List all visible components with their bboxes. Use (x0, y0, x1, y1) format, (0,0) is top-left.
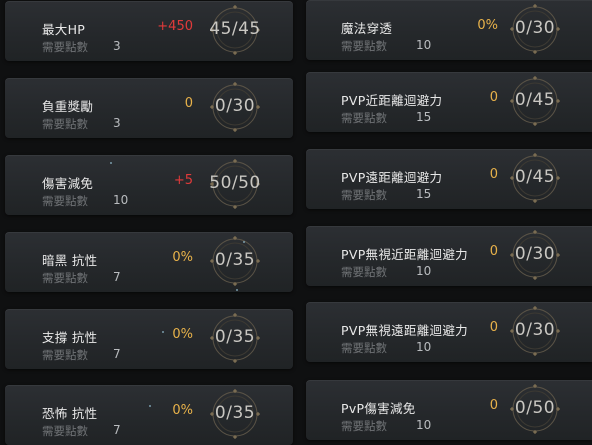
stat-bonus-value: 0 (489, 244, 498, 259)
sparkle (236, 289, 238, 291)
stat-card[interactable]: 傷害減免需要點數 10 +5 50/50 (5, 155, 293, 215)
required-points-label: 需要點數 (341, 341, 387, 355)
stat-card[interactable]: 恐怖 抗性需要點數 7 0% 0/35 (5, 385, 293, 445)
stat-bonus-value: 0 (489, 320, 498, 335)
stat-progress: 0/45 (514, 90, 556, 110)
required-points-label: 需要點數 (341, 419, 387, 433)
sparkle (162, 331, 164, 333)
stat-card[interactable]: PVP遠距離迴避力 需要點數 15 0 0/45 (306, 149, 592, 209)
required-points-value: 15 (416, 110, 432, 124)
stat-bonus-value: 0% (477, 18, 498, 33)
stat-card[interactable]: PvP傷害減免 需要點數 10 0 0/50 (306, 380, 592, 440)
stat-progress: 0/30 (514, 320, 556, 340)
required-points-label: 需要點數 (42, 348, 88, 362)
stat-progress: 0/45 (514, 167, 556, 187)
required-points-value: 10 (416, 418, 432, 432)
stat-name: 暗黑 抗性 (42, 253, 98, 268)
required-points-value: 10 (416, 264, 432, 278)
required-points-label: 需要點數 (42, 424, 88, 438)
stat-card[interactable]: PVP無視遠距離迴避力 需要點數 10 0 0/30 (306, 302, 592, 362)
required-points-label: 需要點數 (42, 117, 88, 131)
stat-card[interactable]: 最大HP 需要點數 3 +450 45/45 (5, 1, 293, 61)
stat-bonus-value: 0% (172, 327, 193, 342)
stat-name: 支撐 抗性 (42, 330, 98, 345)
required-points-value: 15 (416, 187, 432, 201)
stat-progress: 45/45 (209, 19, 261, 39)
required-points-label: 需要點數 (42, 40, 88, 54)
stat-progress: 50/50 (209, 173, 261, 193)
required-points-label: 需要點數 (341, 111, 387, 125)
stat-name: PvP傷害減免 (341, 401, 416, 416)
stat-card[interactable]: PVP近距離迴避力 需要點數 15 0 0/45 (306, 72, 592, 132)
stat-bonus-value: 0 (489, 167, 498, 182)
stat-progress: 0/35 (214, 403, 256, 423)
required-points-value: 10 (113, 193, 129, 207)
required-points-value: 3 (113, 39, 121, 53)
required-points-value: 7 (113, 423, 121, 437)
required-points-value: 7 (113, 270, 121, 284)
stat-name: 負重獎勵 (42, 99, 94, 114)
stat-progress: 0/35 (214, 250, 256, 270)
stat-bonus-value: 0% (172, 250, 193, 265)
stat-card[interactable]: 魔法穿透需要點數 10 0% 0/30 (306, 0, 592, 60)
required-points-label: 需要點數 (42, 271, 88, 285)
stat-progress: 0/30 (514, 244, 556, 264)
stat-card[interactable]: 支撐 抗性需要點數 7 0% 0/35 (5, 309, 293, 369)
required-points-value: 3 (113, 116, 121, 130)
stat-name: 傷害減免 (42, 176, 94, 191)
stat-bonus-value: 0% (172, 403, 193, 418)
stat-card[interactable]: PVP無視近距離迴避力 需要點數 10 0 0/30 (306, 226, 592, 286)
required-points-label: 需要點數 (341, 265, 387, 279)
stat-name: 魔法穿透 (341, 21, 393, 36)
stat-bonus-value: 0 (489, 90, 498, 105)
stat-progress: 0/50 (514, 398, 556, 418)
stat-progress: 0/30 (514, 18, 556, 38)
required-points-value: 10 (416, 38, 432, 52)
stat-bonus-value: +450 (157, 19, 193, 34)
stat-card[interactable]: 負重獎勵需要點數 3 0 0/30 (5, 78, 293, 138)
sparkle (243, 241, 245, 243)
required-points-label: 需要點數 (341, 39, 387, 53)
stat-name: PVP近距離迴避力 (341, 93, 443, 108)
stat-name: 恐怖 抗性 (42, 406, 98, 421)
stat-bonus-value: +5 (173, 173, 193, 188)
required-points-value: 10 (416, 340, 432, 354)
stat-progress: 0/30 (214, 96, 256, 116)
stat-name: 最大HP (42, 22, 86, 37)
required-points-value: 7 (113, 347, 121, 361)
stat-card[interactable]: 暗黑 抗性需要點數 7 0% 0/35 (5, 232, 293, 292)
sparkle (149, 405, 151, 407)
sparkle (110, 162, 112, 164)
stat-bonus-value: 0 (184, 96, 193, 111)
stat-progress: 0/35 (214, 327, 256, 347)
stat-bonus-value: 0 (489, 398, 498, 413)
required-points-label: 需要點數 (341, 188, 387, 202)
stat-name: PVP遠距離迴避力 (341, 170, 443, 185)
required-points-label: 需要點數 (42, 194, 88, 208)
